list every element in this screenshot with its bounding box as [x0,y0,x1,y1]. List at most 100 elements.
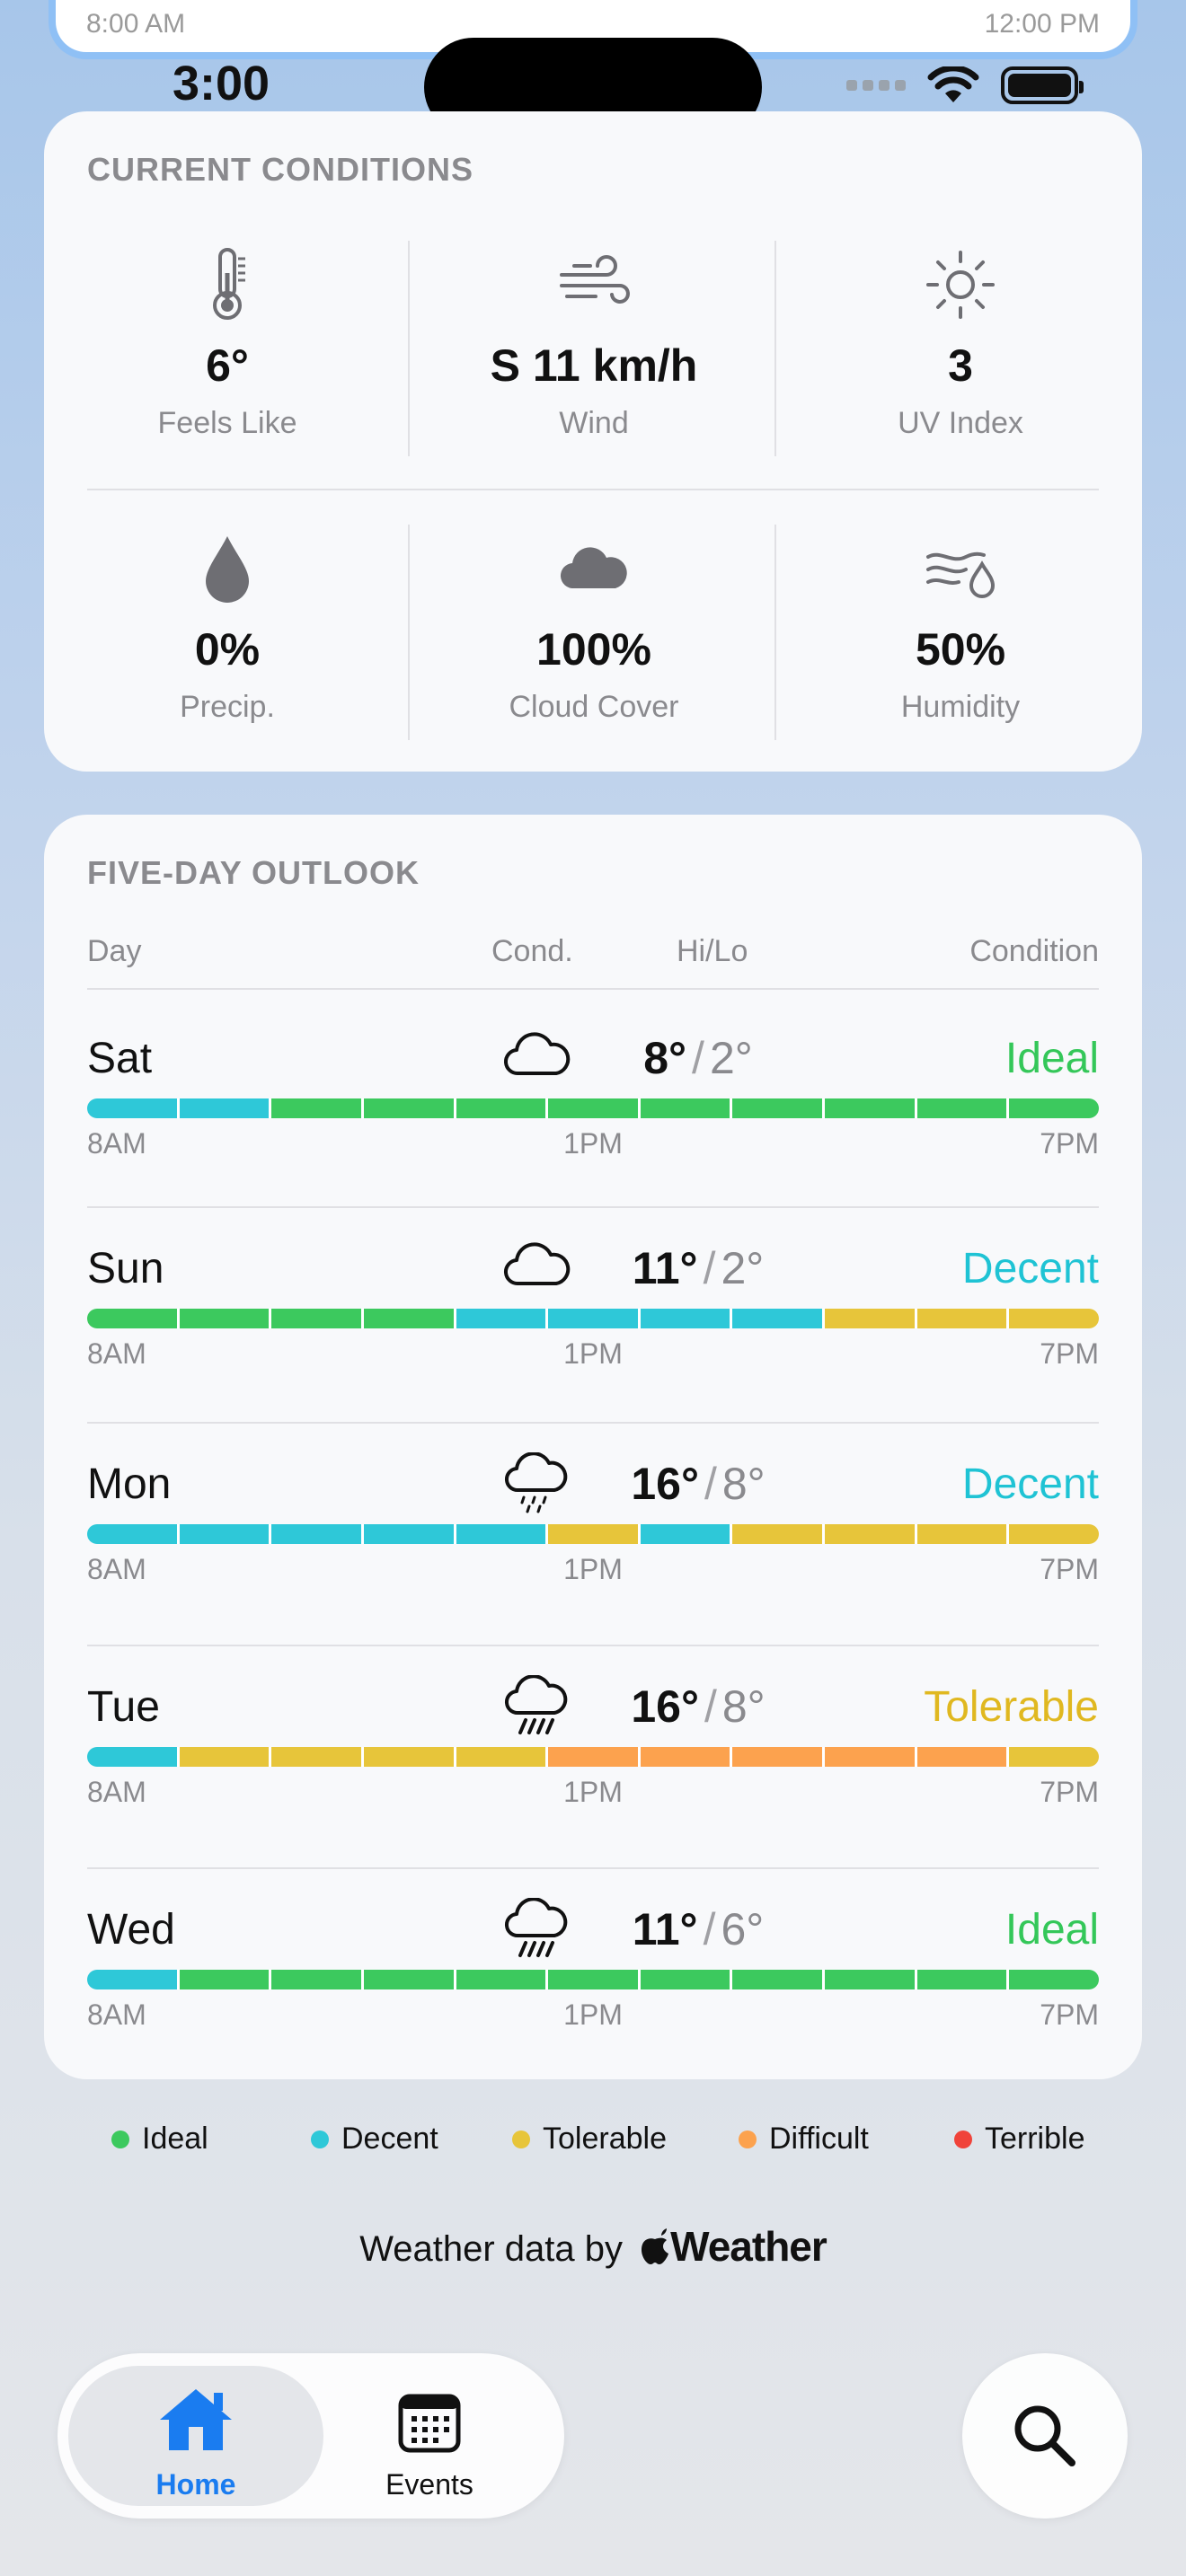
cloud-cover-value: 100% [536,624,651,675]
hourly-condition-bar [87,1309,1099,1328]
uv-index-metric: 3 UV Index [777,244,1144,441]
five-day-outlook-title: FIVE-DAY OUTLOOK [87,854,420,891]
wind-value: S 11 km/h [490,340,698,391]
drizzle-icon [500,1451,572,1515]
humidity-label: Humidity [900,690,1021,724]
precipitation-value: 0% [194,624,261,675]
hour-segment [548,1524,641,1544]
tick-label-mid: 1PM [563,1776,623,1808]
temp-separator: / [692,1033,704,1083]
hour-segment [732,1098,826,1118]
hour-segment [179,1524,272,1544]
tick-label-end: 7PM [1040,1776,1099,1808]
hour-segment [456,1098,549,1118]
forecast-day-row[interactable]: Tue 16°/8° Tolerable 8AM 1PM 7PM [87,1648,1099,1869]
temp-separator: / [704,1459,717,1509]
cloud-cover-metric: 100% Cloud Cover [411,528,777,725]
weather-attribution[interactable]: Weather data by Weather [0,2222,1186,2271]
five-day-outlook-card: FIVE-DAY OUTLOOK Day Cond. Hi/Lo Conditi… [44,815,1142,2079]
hour-segment [548,1970,641,1989]
raindrop-icon [44,528,411,609]
temp-separator: / [703,1243,716,1293]
feels-like-value: 6° [206,340,249,391]
hour-segment [640,1970,733,1989]
divider [87,1645,1099,1646]
current-conditions-card: CURRENT CONDITIONS 6° Feels Like S 11 km… [44,111,1142,772]
column-header-day: Day [87,934,142,968]
hour-segment [456,1524,549,1544]
cloud-icon [500,1027,572,1090]
tab-events[interactable]: Events [302,2366,557,2506]
tab-home[interactable]: Home [68,2366,323,2506]
legend-dot [739,2130,757,2148]
low-temp: 2° [709,1033,753,1083]
day-name: Wed [87,1906,175,1954]
tick-label-mid: 1PM [563,1127,623,1160]
search-button[interactable] [962,2353,1128,2519]
legend-dot [512,2130,530,2148]
hour-segment [548,1309,641,1328]
legend-label: Terrible [985,2122,1085,2156]
hi-lo-temperature: 8°/2° [590,1032,806,1084]
tick-label-mid: 1PM [563,1553,623,1585]
wind-icon [411,244,777,325]
sun-icon [777,244,1144,325]
hour-segment [825,1747,917,1767]
wifi-icon [927,66,979,102]
legend-label: Tolerable [543,2122,667,2156]
hour-segment [271,1747,364,1767]
tick-label-end: 7PM [1040,1553,1099,1585]
hour-segment [179,1098,272,1118]
day-name: Sun [87,1245,164,1292]
hour-segment [456,1309,549,1328]
condition-rating: Ideal [1005,1906,1099,1954]
hour-segment [640,1309,733,1328]
forecast-day-row[interactable]: Mon 16°/8° Decent 8AM 1PM 7PM [87,1425,1099,1646]
hour-segment [548,1098,641,1118]
hi-lo-temperature: 16°/8° [590,1681,806,1733]
hour-segment [1009,1309,1099,1328]
legend-label: Ideal [142,2122,208,2156]
end-time-label: 12:00 PM [984,9,1100,39]
forecast-day-row[interactable]: Sun 11°/2° Decent 8AM 1PM 7PM [87,1210,1099,1424]
start-time-label: 8:00 AM [86,9,186,39]
high-temp: 8° [643,1033,687,1083]
hour-segment [87,1747,180,1767]
divider [774,241,776,456]
condition-rating: Ideal [1005,1035,1099,1082]
hour-segment [179,1747,272,1767]
day-name: Mon [87,1460,172,1508]
hour-segment [456,1970,549,1989]
apple-logo-icon [642,2228,669,2264]
hour-segment [456,1747,549,1767]
feels-like-metric: 6° Feels Like [44,244,411,441]
tab-bar: Home Events [58,2353,564,2519]
low-temp: 6° [721,1904,765,1954]
high-temp: 16° [631,1681,699,1732]
condition-rating: Decent [961,1245,1099,1292]
tick-label-end: 7PM [1040,1337,1099,1370]
search-icon [1014,2405,1075,2466]
hour-segment [916,1524,1010,1544]
divider [87,1422,1099,1424]
hour-segment [640,1747,733,1767]
low-temp: 8° [721,1459,766,1509]
divider [87,489,1099,490]
forecast-day-row[interactable]: Wed 11°/6° Ideal 8AM 1PM 7PM [87,1871,1099,2081]
hour-segment [825,1970,917,1989]
battery-icon [1001,66,1084,104]
low-temp: 8° [721,1681,766,1732]
hour-segment [732,1524,826,1544]
legend-item-decent: Decent [311,2122,438,2157]
humidity-icon [777,528,1144,609]
legend-label: Difficult [769,2122,869,2156]
hour-segment [825,1098,917,1118]
legend-dot [954,2130,972,2148]
legend-label: Decent [341,2122,438,2156]
divider [87,988,1099,990]
legend-dot [311,2130,329,2148]
hour-segment [916,1309,1010,1328]
forecast-day-row[interactable]: Sat 8°/2° Ideal 8AM 1PM 7PM [87,1000,1099,1210]
cloud-cover-label: Cloud Cover [509,690,679,724]
hour-segment [271,1309,364,1328]
